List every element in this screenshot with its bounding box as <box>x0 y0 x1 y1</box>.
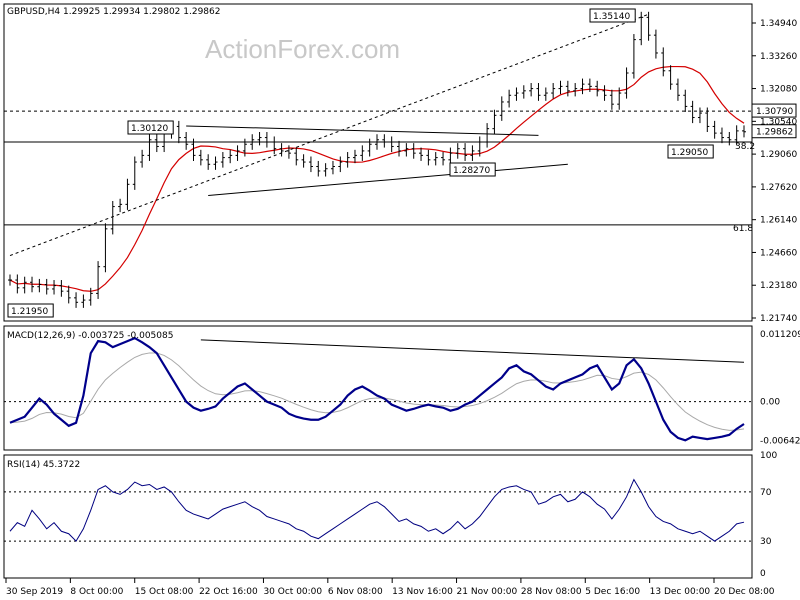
xtick-label: 13 Dec 00:00 <box>650 587 711 597</box>
xtick-label: 28 Nov 08:00 <box>521 587 582 597</box>
rsi-ytick-label: 70 <box>760 488 772 498</box>
price-ytick-label: 1.26140 <box>760 216 797 226</box>
macd-ytick-label: -0.00642 <box>760 436 800 446</box>
price-ytick-label: 1.32080 <box>760 85 797 95</box>
xtick-label: 30 Sep 2019 <box>6 587 63 597</box>
macd-line <box>9 336 745 442</box>
macd-ytick-label: 0.011209 <box>760 330 800 340</box>
price-ytick-label: 1.34940 <box>760 19 797 29</box>
xtick-label: 13 Nov 16:00 <box>392 587 453 597</box>
price-annotation-label: 1.21950 <box>11 307 48 317</box>
price-ytick-label: 1.33260 <box>760 52 797 62</box>
xtick-label: 22 Oct 16:00 <box>199 587 258 597</box>
xtick-label: 30 Oct 00:00 <box>263 587 322 597</box>
price-ytick-label: 1.29060 <box>760 150 797 160</box>
moving-average-line <box>9 65 745 292</box>
price-annotation-label: 1.35140 <box>593 12 630 22</box>
price-trendline <box>208 163 568 196</box>
xtick-label: 20 Dec 08:00 <box>714 587 775 597</box>
watermark-text: ActionForex.com <box>205 34 400 64</box>
price-annotation-label: 1.30120 <box>131 124 168 134</box>
xtick-label: 15 Oct 08:00 <box>135 587 194 597</box>
panel-frame-2 <box>3 454 753 579</box>
price-annotation-label: 38.2 <box>735 142 755 152</box>
rsi-ytick-label: 100 <box>760 451 777 461</box>
price-annotation-label: 61.8 <box>733 224 753 234</box>
xtick-label: 21 Nov 00:00 <box>457 587 518 597</box>
price-ytick-label: 1.27620 <box>760 183 797 193</box>
macd-ytick-label: 0.00 <box>760 398 780 408</box>
chart-svg: ActionForex.com 1.34940 1.33260 1.32080 1.30… <box>3 3 800 597</box>
rsi-line <box>9 478 745 542</box>
price-tag-label: 1.29862 <box>756 128 793 138</box>
price-ytick-label: 1.21740 <box>760 314 797 324</box>
price-annotation-label: 1.28270 <box>453 166 490 176</box>
price-ytick-label: 1.23180 <box>760 281 797 291</box>
rsi-header: RSI(14) 45.3722 <box>7 460 80 470</box>
rsi-ytick-label: 30 <box>760 537 772 547</box>
rsi-ytick-label: 0 <box>760 569 766 579</box>
macd-header: MACD(12,26,9) -0.003725 -0.005085 <box>7 331 173 341</box>
price-annotation-label: 1.29050 <box>671 148 708 158</box>
price-trendline <box>186 125 539 136</box>
price-ytick-label: 1.24660 <box>760 248 797 258</box>
xtick-label: 5 Dec 16:00 <box>585 587 640 597</box>
price-header: GBPUSD,H4 1.29925 1.29934 1.29802 1.2986… <box>7 7 220 17</box>
xtick-label: 8 Oct 00:00 <box>70 587 123 597</box>
macd-signal-line <box>9 352 745 431</box>
xtick-label: 6 Nov 08:00 <box>328 587 383 597</box>
macd-trendline <box>200 339 745 363</box>
price-tag-label: 1.30790 <box>756 107 793 117</box>
